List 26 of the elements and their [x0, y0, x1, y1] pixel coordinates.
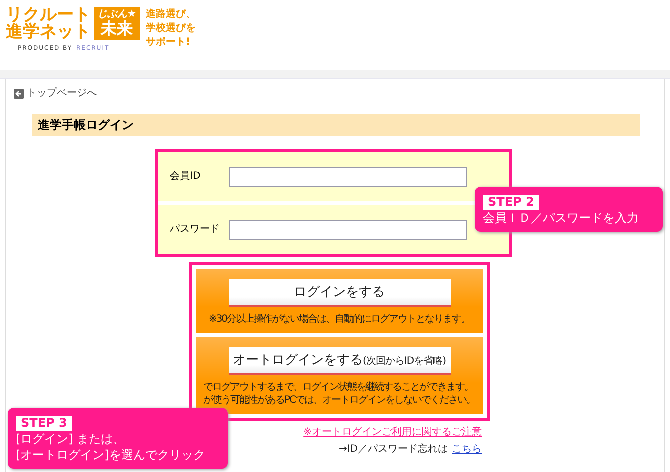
input-field[interactable] — [229, 220, 467, 240]
callout-text: [ログイン] または、 — [16, 431, 126, 447]
back-link[interactable]: トップページへ — [14, 88, 97, 100]
tagline-text: サポート! — [146, 36, 192, 50]
login-button[interactable]: ログインをする — [228, 279, 450, 307]
callout-text: 会員ＩＤ／パスワードを入力 — [483, 210, 640, 226]
input-field[interactable] — [229, 166, 467, 186]
page-title: 進学手帳ログイン — [32, 114, 640, 136]
note-text: ※30分以上操作がない場合は、自動的にログアウトとなります。 — [208, 313, 470, 326]
step-label: STEP 2 — [483, 195, 540, 210]
note-text: でログアウトするまで、ログイン状態を継続することができます。 — [203, 381, 474, 394]
auto-login-button[interactable]: オートログインをする(次回からIDを省略) — [228, 347, 450, 375]
callout-text: [オートログイン]を選んでクリック — [16, 447, 206, 463]
forgot-text: →ID／パスワード忘れは — [338, 444, 448, 456]
field-label: 会員ID — [169, 170, 202, 182]
tagline-text: 学校選びを — [146, 22, 196, 36]
logo-text: リクルート — [6, 7, 91, 24]
field-label: パスワード — [169, 224, 221, 236]
note-text: が使う可能性があるPCでは、オートログインをしないでください。 — [203, 394, 476, 407]
back-arrow-icon — [14, 89, 24, 99]
here-link[interactable]: こちら — [452, 444, 482, 456]
step-label: STEP 3 — [16, 416, 72, 431]
tagline-text: 進路選び、 — [146, 8, 196, 22]
logo-text: 進学ネット — [6, 24, 91, 41]
caution-link[interactable]: ※オートログインご利用に関するご注意 — [304, 427, 482, 439]
logo-badge: じぶん★ 未来 — [94, 7, 140, 40]
